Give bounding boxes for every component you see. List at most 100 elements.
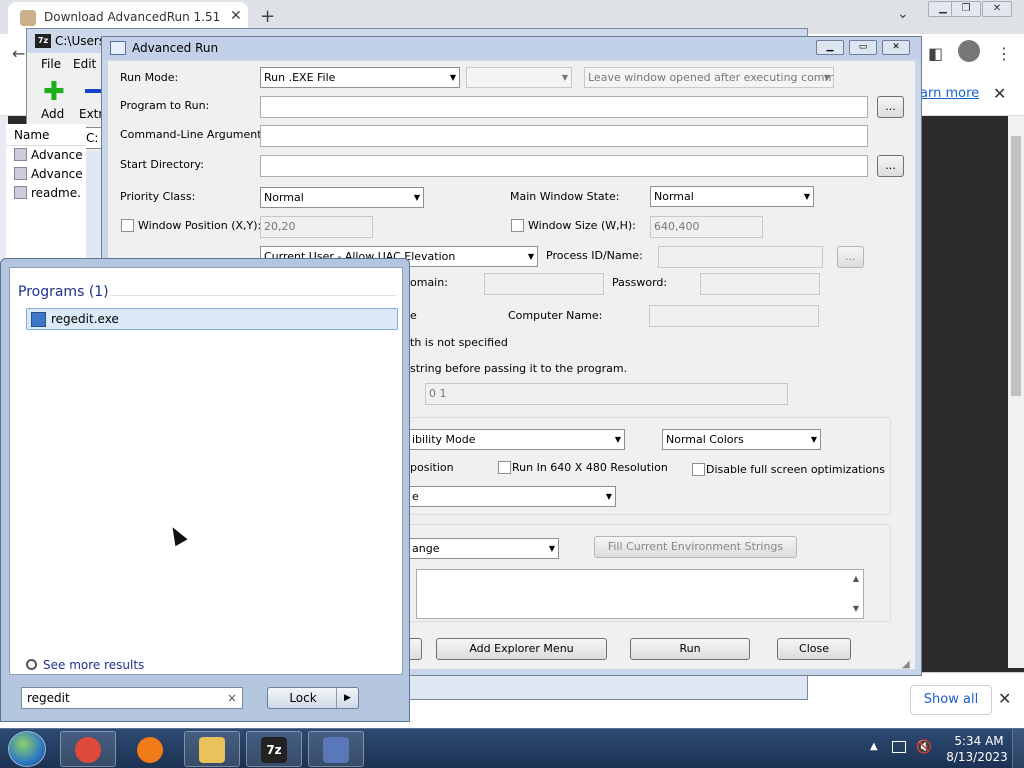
program-input[interactable] [260, 96, 868, 118]
chrome-maximize-button[interactable]: ❐ [951, 1, 981, 17]
see-more-results-link[interactable]: See more results [26, 658, 144, 672]
run-mode-sub-dropdown[interactable]: ▼ [466, 67, 572, 88]
start-search-input[interactable]: regedit × [21, 687, 243, 709]
taskbar-firefox[interactable] [122, 731, 178, 767]
volume-muted-icon[interactable]: 🔇 [916, 740, 932, 755]
process-input[interactable] [658, 246, 823, 268]
scroll-up-icon[interactable]: ▲ [853, 574, 859, 583]
list-item[interactable]: Advance [6, 165, 86, 184]
page-scrollbar[interactable] [1008, 116, 1024, 668]
tab-title: Download AdvancedRun 1.51 [44, 10, 221, 24]
run-mode-dropdown[interactable]: Run .EXE File ▼ [260, 67, 460, 88]
profile-avatar[interactable] [958, 40, 980, 62]
resize-grip-icon[interactable]: ◢ [902, 659, 910, 670]
search-result-regedit[interactable]: regedit.exe [26, 308, 398, 330]
start-menu-results-panel: Programs (1) regedit.exe See more result… [9, 267, 403, 675]
taskbar-advanced-run[interactable] [308, 731, 364, 767]
window-position-checkbox[interactable] [121, 219, 134, 232]
domain-input[interactable] [484, 273, 604, 295]
add-button-label[interactable]: Add [41, 107, 64, 121]
scroll-down-icon[interactable]: ▼ [853, 604, 859, 613]
network-icon[interactable] [892, 741, 906, 753]
chevron-down-icon: ▼ [527, 252, 534, 261]
tab-search-icon[interactable]: ⌄ [897, 6, 909, 22]
disable-fullscreen-checkbox[interactable] [692, 463, 705, 476]
environment-dropdown[interactable]: ange ▼ [408, 538, 559, 559]
scrollbar-thumb[interactable] [1011, 136, 1021, 396]
partial-button[interactable] [408, 638, 422, 660]
clock-date[interactable]: 8/13/2023 [940, 750, 1014, 764]
chevron-down-icon: ▼ [810, 435, 817, 444]
folder-icon [199, 737, 225, 763]
close-window-button[interactable]: ✕ [882, 40, 910, 55]
show-desktop-button[interactable] [1012, 729, 1024, 768]
computer-name-input[interactable] [649, 305, 819, 327]
maximize-button[interactable]: ▭ [849, 40, 877, 55]
run-button[interactable]: Run [630, 638, 750, 660]
show-all-button[interactable]: Show all [910, 685, 992, 715]
password-input[interactable] [700, 273, 820, 295]
dpi-dropdown[interactable]: e ▼ [408, 486, 616, 507]
start-button[interactable] [8, 731, 46, 767]
chevron-down-icon: ▼ [605, 492, 612, 501]
lock-button[interactable]: Lock ▶ [267, 687, 359, 709]
minimize-button[interactable]: ▁ [816, 40, 844, 55]
menu-edit[interactable]: Edit [73, 57, 96, 71]
list-item[interactable]: readme. [6, 184, 86, 203]
after-exec-dropdown[interactable]: Leave window opened after executing comm… [584, 67, 834, 88]
window-position-input[interactable]: 20,20 [260, 216, 373, 238]
fill-environment-button[interactable]: Fill Current Environment Strings [594, 536, 797, 558]
taskbar-explorer[interactable] [184, 731, 240, 767]
add-plus-icon[interactable]: ✚ [43, 79, 65, 105]
tray-expand-icon[interactable]: ▲ [870, 741, 878, 752]
disable-fullscreen-label: Disable full screen optimizations [706, 463, 885, 476]
menu-file[interactable]: File [41, 57, 61, 71]
window-size-input[interactable]: 640,400 [650, 216, 763, 238]
add-explorer-menu-button[interactable]: Add Explorer Menu [436, 638, 607, 660]
learn-more-link[interactable]: earn more [912, 86, 979, 101]
environment-textarea[interactable]: ▲ ▼ [416, 569, 864, 619]
window-size-label: Window Size (W,H): [528, 219, 636, 232]
tab-close-icon[interactable]: ✕ [230, 8, 242, 24]
args-input[interactable] [260, 125, 868, 147]
extract-minus-icon[interactable] [85, 89, 101, 93]
column-header-name[interactable]: Name [6, 124, 86, 146]
affinity-input[interactable]: 0 1 [425, 383, 788, 405]
new-tab-button[interactable]: + [260, 6, 275, 27]
chrome-close-button[interactable]: ✕ [982, 1, 1012, 17]
res640-checkbox[interactable] [498, 461, 511, 474]
search-icon [26, 659, 37, 670]
password-label: Password: [612, 276, 668, 289]
browse-dir-button[interactable]: ... [877, 155, 904, 177]
file-icon [14, 186, 27, 199]
run-mode-label: Run Mode: [120, 71, 179, 84]
advanced-run-icon [323, 737, 349, 763]
infobar-close-icon[interactable]: ✕ [993, 84, 1006, 103]
compatibility-dropdown[interactable]: ibility Mode ▼ [408, 429, 625, 450]
taskbar-chrome[interactable] [60, 731, 116, 767]
partial-label: e [410, 309, 417, 322]
not-specified-text: th is not specified [410, 336, 508, 349]
back-arrow-icon[interactable]: ← [12, 44, 25, 63]
side-panel-icon[interactable]: ◧ [928, 44, 943, 63]
list-item[interactable]: Advance [6, 146, 86, 165]
clock-time[interactable]: 5:34 AM [952, 734, 1006, 748]
taskbar-7zip[interactable]: 7z [246, 731, 302, 767]
window-size-checkbox[interactable] [511, 219, 524, 232]
lock-options-arrow-icon[interactable]: ▶ [336, 688, 358, 708]
advanced-run-titlebar[interactable]: Advanced Run ▁ ▭ ✕ [102, 37, 921, 59]
browse-program-button[interactable]: ... [877, 96, 904, 118]
file-icon [14, 167, 27, 180]
browse-process-button[interactable]: ... [837, 246, 864, 268]
chevron-down-icon: ▼ [803, 192, 810, 201]
main-state-dropdown[interactable]: Normal ▼ [650, 186, 814, 207]
clear-search-icon[interactable]: × [227, 688, 237, 708]
colors-dropdown[interactable]: Normal Colors ▼ [662, 429, 821, 450]
main-state-label: Main Window State: [510, 190, 620, 203]
computer-name-label: Computer Name: [508, 309, 603, 322]
close-button[interactable]: Close [777, 638, 851, 660]
shelf-close-icon[interactable]: ✕ [998, 689, 1011, 708]
menu-kebab-icon[interactable]: ⋮ [996, 44, 1012, 63]
priority-dropdown[interactable]: Normal ▼ [260, 187, 424, 208]
start-dir-input[interactable] [260, 155, 868, 177]
